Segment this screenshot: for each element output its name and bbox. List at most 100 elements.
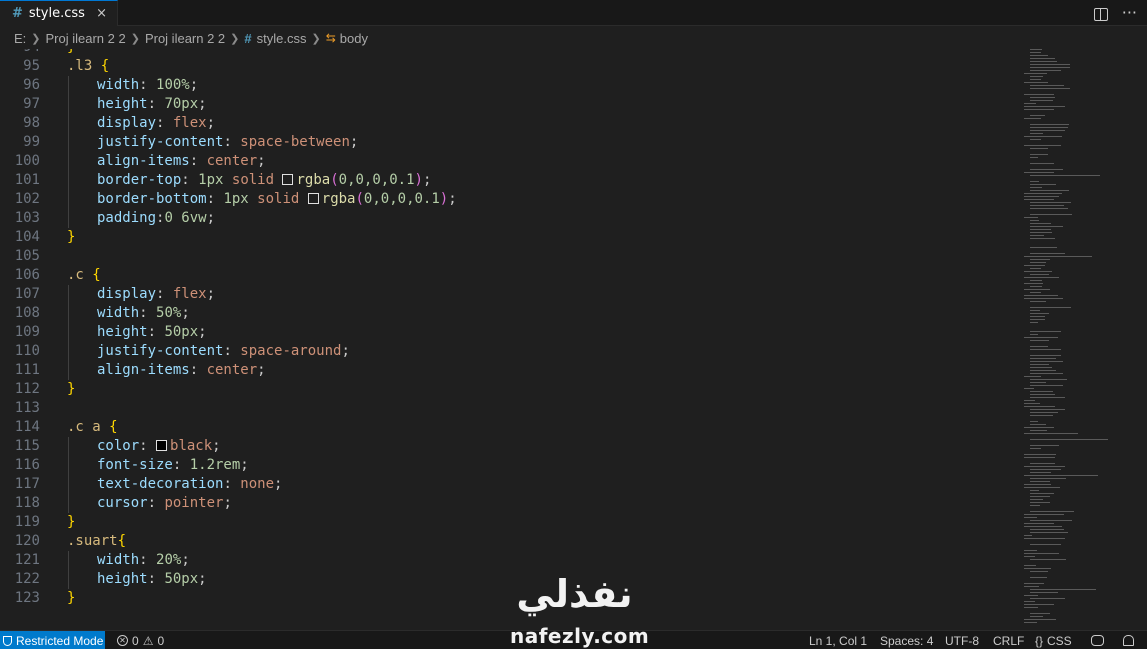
code-line[interactable]: 94} — [0, 49, 1016, 57]
line-number: 119 — [14, 514, 40, 530]
indent-guide — [68, 323, 69, 342]
code-token: border-top — [97, 172, 182, 188]
code-line[interactable]: 121 width: 20%; — [0, 551, 1016, 570]
minimap-line — [1024, 514, 1064, 516]
code-line[interactable]: 118 cursor: pointer; — [0, 494, 1016, 513]
more-actions-icon[interactable]: ··· — [1122, 3, 1137, 22]
encoding-selector[interactable]: UTF-8 — [945, 631, 979, 649]
minimap-line — [1030, 286, 1042, 288]
code-token: } — [67, 49, 75, 55]
copilot-status[interactable] — [1091, 631, 1104, 649]
code-line[interactable]: 97 height: 70px; — [0, 95, 1016, 114]
close-icon[interactable]: × — [96, 6, 107, 21]
color-swatch[interactable] — [156, 440, 168, 451]
code-line[interactable]: 95 .l3 { — [0, 57, 1016, 76]
code-line[interactable]: 107 display: flex; — [0, 285, 1016, 304]
minimap-line — [1024, 556, 1035, 558]
code-line[interactable]: 100 align-items: center; — [0, 152, 1016, 171]
minimap-line — [1024, 277, 1059, 279]
code-line[interactable]: 123} — [0, 589, 1016, 608]
code-line[interactable]: 120 .suart{ — [0, 532, 1016, 551]
code-content: cursor: pointer; — [97, 494, 232, 513]
code-line[interactable]: 108 width: 50%; — [0, 304, 1016, 323]
breadcrumb-drive[interactable]: E: — [14, 31, 26, 46]
problems-indicator[interactable]: ✕ 0 ⚠ 0 — [117, 631, 164, 649]
code-line[interactable]: 110 justify-content: space-around; — [0, 342, 1016, 361]
code-token: { — [100, 58, 110, 74]
minimap-line — [1024, 145, 1061, 147]
tab-bar: # style.css × ··· — [0, 0, 1147, 26]
minimap-line — [1024, 466, 1065, 468]
minimap-line — [1024, 457, 1055, 459]
code-token: space-between — [240, 134, 350, 150]
code-line[interactable]: 98 display: flex; — [0, 114, 1016, 133]
color-swatch[interactable] — [307, 193, 319, 204]
chevron-right-icon: ❯ — [230, 32, 240, 45]
code-line[interactable]: 114 .c a { — [0, 418, 1016, 437]
code-token: 50% — [156, 305, 182, 321]
code-line[interactable]: 103 padding:0 6vw; — [0, 209, 1016, 228]
code-token: pointer — [164, 495, 224, 511]
code-editor[interactable]: 94}95.l3 {96width: 100%;97height: 70px;9… — [0, 49, 1016, 629]
restricted-mode-button[interactable]: Restricted Mode — [0, 631, 105, 649]
code-line[interactable]: 99 justify-content: space-between; — [0, 133, 1016, 152]
line-number: 117 — [14, 476, 40, 492]
code-token: } — [67, 514, 76, 530]
code-token: ; — [257, 153, 266, 169]
split-editor-icon[interactable] — [1093, 8, 1108, 21]
minimap-line — [1030, 202, 1071, 204]
code-line[interactable]: 112} — [0, 380, 1016, 399]
tab-style-css[interactable]: # style.css × — [0, 0, 118, 26]
minimap-line — [1030, 409, 1065, 411]
minimap-line — [1030, 268, 1041, 270]
minimap[interactable] — [1020, 49, 1147, 629]
breadcrumb-symbol[interactable]: body — [340, 31, 368, 46]
code-content: height: 50px; — [97, 323, 207, 342]
language-mode-selector[interactable]: {} CSS — [1035, 631, 1072, 649]
minimap-line — [1030, 520, 1072, 522]
code-token: center — [206, 362, 258, 378]
code-line[interactable]: 105 — [0, 247, 1016, 266]
code-token: ; — [198, 324, 207, 340]
minimap-line — [1030, 613, 1050, 615]
minimap-line — [1024, 136, 1062, 138]
code-line[interactable]: 96 width: 100%; — [0, 76, 1016, 95]
minimap-line — [1030, 340, 1049, 342]
code-line[interactable]: 117 text-decoration: none; — [0, 475, 1016, 494]
color-swatch[interactable] — [282, 174, 294, 185]
code-token: : — [206, 191, 224, 207]
minimap-line — [1030, 499, 1043, 501]
minimap-line — [1030, 190, 1069, 192]
minimap-line — [1030, 259, 1050, 261]
minimap-line — [1030, 223, 1051, 225]
code-line[interactable]: 109 height: 50px; — [0, 323, 1016, 342]
code-token: .suart — [67, 533, 118, 549]
code-line[interactable]: 113 — [0, 399, 1016, 418]
minimap-line — [1030, 463, 1055, 465]
code-line[interactable]: 119} — [0, 513, 1016, 532]
breadcrumb-folder[interactable]: Proj ilearn 2 2 — [46, 31, 126, 46]
minimap-line — [1030, 334, 1038, 336]
code-line[interactable]: 104} — [0, 228, 1016, 247]
minimap-line — [1030, 439, 1108, 441]
minimap-line — [1030, 316, 1045, 318]
minimap-line — [1030, 529, 1064, 531]
code-line[interactable]: 106 .c { — [0, 266, 1016, 285]
breadcrumb-subfolder[interactable]: Proj ilearn 2 2 — [145, 31, 225, 46]
cursor-position[interactable]: Ln 1, Col 1 — [809, 631, 867, 649]
notifications[interactable] — [1123, 631, 1134, 649]
code-line[interactable]: 102 border-bottom: 1px solid rgba(0,0,0,0… — [0, 190, 1016, 209]
minimap-line — [1030, 52, 1041, 54]
code-token: color — [97, 438, 140, 454]
eol-selector[interactable]: CRLF — [993, 631, 1024, 649]
code-line[interactable]: 101 border-top: 1px solid rgba(0,0,0,0.1)… — [0, 171, 1016, 190]
code-line[interactable]: 115 color: black; — [0, 437, 1016, 456]
code-line[interactable]: 122 height: 50px; — [0, 570, 1016, 589]
code-line[interactable]: 111 align-items: center; — [0, 361, 1016, 380]
indentation-selector[interactable]: Spaces: 4 — [880, 631, 933, 649]
error-count: 0 — [132, 633, 139, 648]
code-line[interactable]: 116 font-size: 1.2rem; — [0, 456, 1016, 475]
code-token: 1px — [198, 172, 224, 188]
breadcrumb-file[interactable]: style.css — [257, 31, 307, 46]
code-token: : — [223, 343, 241, 359]
